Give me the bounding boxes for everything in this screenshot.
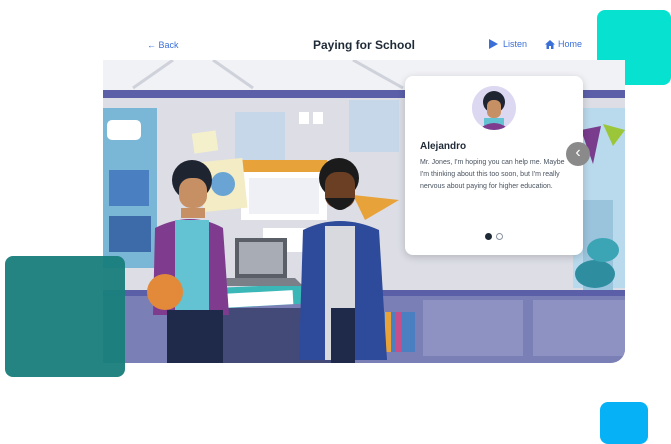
chevron-left-icon: ‹ xyxy=(575,144,581,161)
home-button[interactable]: Home xyxy=(545,39,582,49)
pagination-dots xyxy=(405,233,583,240)
listen-label: Listen xyxy=(503,39,528,49)
speaker-name: Alejandro xyxy=(420,141,467,152)
page: ← Back Paying for School Listen Home Ale… xyxy=(0,0,671,444)
decor-blue-square xyxy=(600,402,648,444)
dialog-text: Mr. Jones, I'm hoping you can help me. M… xyxy=(420,159,565,190)
top-bar: ← Back Paying for School Listen Home xyxy=(103,34,625,60)
listen-button[interactable]: Listen xyxy=(489,39,527,49)
home-icon xyxy=(545,39,555,49)
play-icon xyxy=(489,39,498,49)
alejandro-avatar-icon xyxy=(472,86,516,130)
decor-teal-square xyxy=(5,256,125,377)
pagination-dot-1[interactable] xyxy=(485,233,492,240)
dialog-card: Alejandro Mr. Jones, I'm hoping you can … xyxy=(405,76,583,255)
pagination-dot-2[interactable] xyxy=(496,233,503,240)
previous-button[interactable]: ‹ xyxy=(566,142,590,166)
home-label: Home xyxy=(558,39,583,49)
avatar xyxy=(472,86,516,130)
